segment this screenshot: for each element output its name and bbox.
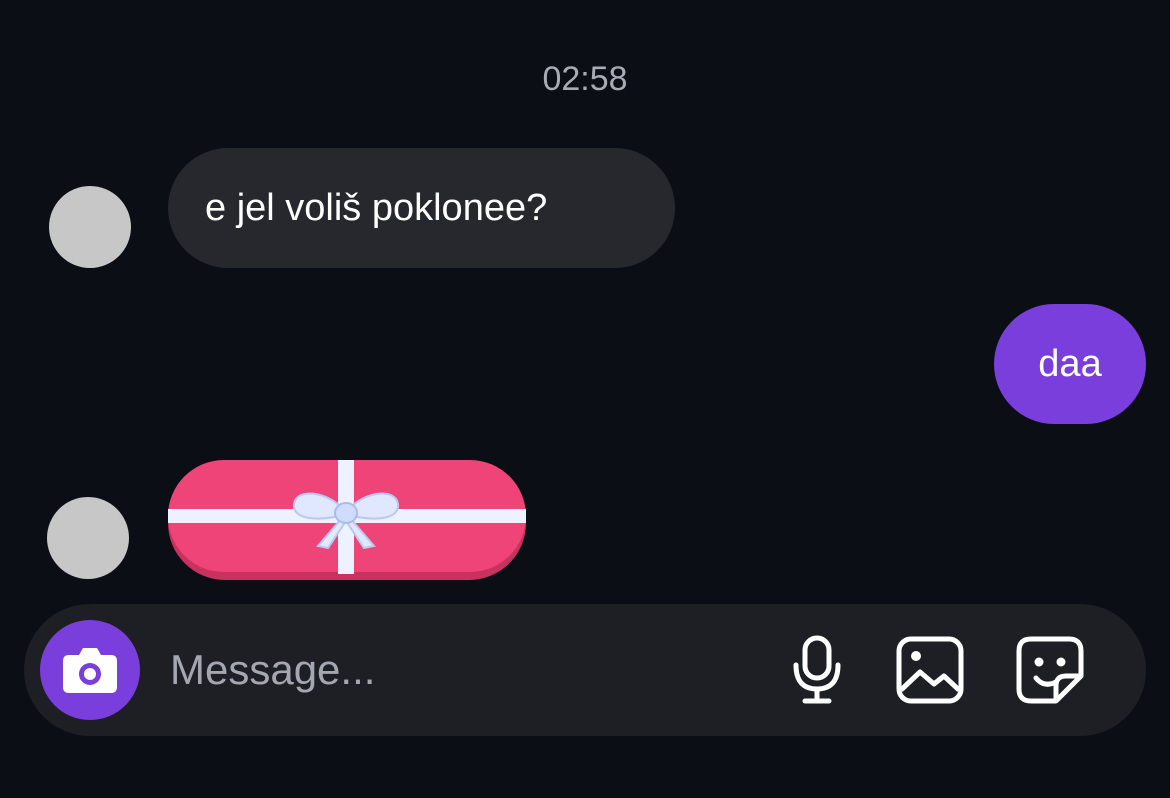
message-composer (24, 604, 1146, 736)
message-timestamp: 02:58 (542, 60, 628, 98)
sender-avatar[interactable] (47, 497, 129, 579)
incoming-message-text: e jel voliš poklonee? (205, 186, 548, 229)
message-input[interactable] (170, 634, 730, 706)
sticker-icon (1016, 636, 1084, 704)
chat-screen: 02:58 e jel voliš poklonee? daa (0, 0, 1170, 798)
gallery-button[interactable] (894, 634, 966, 706)
microphone-icon (793, 635, 841, 704)
camera-icon (63, 648, 117, 693)
gallery-icon (896, 636, 964, 704)
sticker-button[interactable] (1014, 634, 1086, 706)
camera-button[interactable] (40, 620, 140, 720)
incoming-message-bubble[interactable]: e jel voliš poklonee? (168, 148, 675, 268)
outgoing-message-text: daa (1038, 342, 1102, 385)
gift-box-icon (168, 460, 526, 580)
gift-sticker-message[interactable] (168, 460, 526, 580)
outgoing-message-bubble[interactable]: daa (994, 304, 1146, 424)
microphone-button[interactable] (781, 634, 853, 706)
sender-avatar[interactable] (49, 186, 131, 268)
